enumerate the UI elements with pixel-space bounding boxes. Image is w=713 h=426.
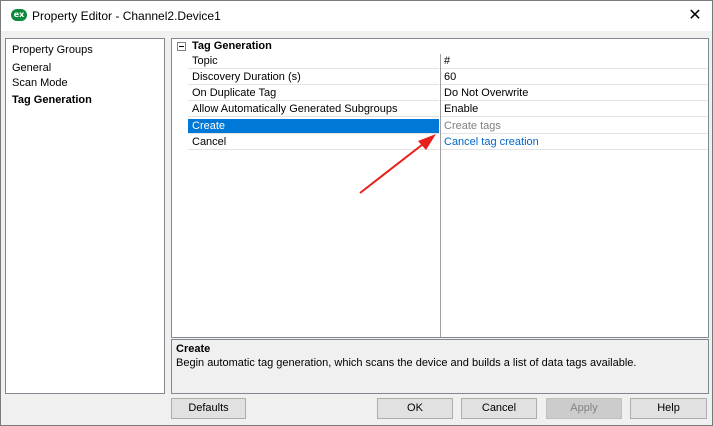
property-editor-window: ex Property Editor - Channel2.Device1 ✕ … (0, 0, 713, 426)
property-value[interactable]: # (441, 54, 708, 69)
group-item-tag-generation[interactable]: Tag Generation (12, 94, 92, 106)
category-row-tag-generation: Tag Generation (172, 39, 708, 54)
property-name: Discovery Duration (s) (188, 70, 439, 85)
description-title: Create (176, 343, 211, 355)
title-bar: ex Property Editor - Channel2.Device1 ✕ (1, 1, 712, 31)
property-name: Create (188, 119, 439, 134)
category-label: Tag Generation (192, 40, 272, 52)
property-groups-panel: Property Groups General Scan Mode Tag Ge… (5, 38, 165, 394)
apply-button[interactable]: Apply (546, 398, 622, 419)
app-icon: ex (11, 9, 27, 21)
property-grid: Tag Generation Topic # Discovery Duratio… (171, 38, 709, 338)
column-divider[interactable] (440, 54, 441, 337)
collapse-icon[interactable] (177, 42, 186, 51)
ok-button[interactable]: OK (377, 398, 453, 419)
property-name: On Duplicate Tag (188, 86, 439, 101)
cancel-button[interactable]: Cancel (461, 398, 537, 419)
description-panel: Create Begin automatic tag generation, w… (171, 339, 709, 394)
cancel-tag-creation-link[interactable]: Cancel tag creation (441, 135, 708, 150)
property-name: Topic (188, 54, 439, 69)
window-title: Property Editor - Channel2.Device1 (32, 9, 221, 23)
property-value[interactable]: Enable (441, 102, 708, 117)
property-name: Cancel (188, 135, 439, 150)
group-item-scan-mode[interactable]: Scan Mode (12, 77, 68, 89)
property-value[interactable]: Do Not Overwrite (441, 86, 708, 101)
close-icon[interactable]: ✕ (684, 5, 706, 25)
defaults-button[interactable]: Defaults (171, 398, 246, 419)
create-tags-link[interactable]: Create tags (441, 119, 708, 134)
property-value[interactable]: 60 (441, 70, 708, 85)
description-text: Begin automatic tag generation, which sc… (176, 357, 637, 369)
group-item-general[interactable]: General (12, 62, 51, 74)
property-name: Allow Automatically Generated Subgroups (188, 102, 439, 117)
help-button[interactable]: Help (630, 398, 707, 419)
property-groups-header: Property Groups (12, 44, 93, 56)
